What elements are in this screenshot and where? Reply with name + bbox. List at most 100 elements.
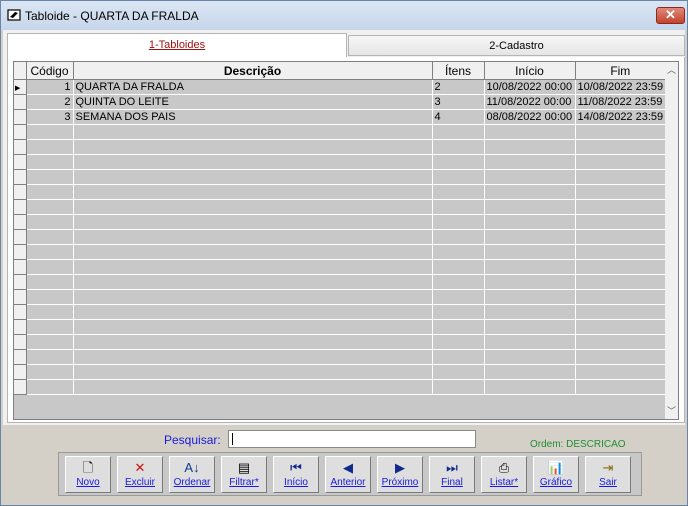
grid-cell-fim[interactable] — [575, 274, 667, 290]
close-button[interactable]: ✕ — [656, 7, 685, 24]
grid-cell-inicio[interactable] — [484, 154, 576, 170]
table-row[interactable] — [14, 139, 667, 155]
table-row[interactable] — [14, 319, 667, 335]
row-indicator[interactable] — [14, 109, 27, 125]
grid-cell-itens[interactable] — [432, 229, 485, 245]
tab-tabloides[interactable]: 1-Tabloides — [7, 33, 347, 58]
grid-cell-itens[interactable] — [432, 349, 485, 365]
vertical-scrollbar[interactable]: ︿ ﹀ — [665, 62, 678, 419]
grid-cell-itens[interactable] — [432, 364, 485, 380]
row-indicator[interactable] — [14, 379, 27, 395]
grid-cell-descricao[interactable] — [73, 364, 433, 380]
grid-cell-itens[interactable] — [432, 319, 485, 335]
grid-cell-codigo[interactable] — [26, 319, 74, 335]
grid-cell-codigo[interactable] — [26, 274, 74, 290]
table-row[interactable] — [14, 304, 667, 320]
grid-cell-codigo[interactable] — [26, 259, 74, 275]
row-indicator[interactable] — [14, 274, 27, 290]
grid-cell-itens[interactable] — [432, 214, 485, 230]
anterior-button[interactable]: ◀ Anterior — [325, 456, 371, 493]
table-row[interactable] — [14, 274, 667, 290]
grid-cell-inicio[interactable] — [484, 184, 576, 200]
grid-cell-fim[interactable] — [575, 349, 667, 365]
grid-cell-fim[interactable] — [575, 184, 667, 200]
grid-cell-descricao[interactable] — [73, 229, 433, 245]
grid-cell-inicio[interactable]: 10/08/2022 00:00 — [484, 79, 576, 95]
grid-cell-itens[interactable] — [432, 274, 485, 290]
grid-cell-descricao[interactable] — [73, 139, 433, 155]
grid-cell-inicio[interactable] — [484, 229, 576, 245]
grid-cell-descricao[interactable] — [73, 319, 433, 335]
row-indicator[interactable] — [14, 259, 27, 275]
table-row[interactable] — [14, 379, 667, 395]
row-indicator[interactable] — [14, 214, 27, 230]
scroll-down-icon[interactable]: ﹀ — [667, 404, 676, 417]
grid-cell-itens[interactable] — [432, 169, 485, 185]
row-indicator[interactable] — [14, 124, 27, 140]
grid-cell-fim[interactable] — [575, 139, 667, 155]
table-row[interactable] — [14, 124, 667, 140]
grid-cell-itens[interactable] — [432, 259, 485, 275]
table-row[interactable] — [14, 364, 667, 380]
grid-cell-codigo[interactable] — [26, 364, 74, 380]
column-header-descricao[interactable]: Descrição — [73, 62, 433, 80]
inicio-button[interactable]: ⏮ Início — [273, 456, 319, 493]
grid-cell-descricao[interactable] — [73, 124, 433, 140]
row-indicator[interactable] — [14, 244, 27, 260]
grid-cell-codigo[interactable] — [26, 289, 74, 305]
grid-cell-fim[interactable]: 14/08/2022 23:59 — [575, 109, 667, 125]
grid-cell-fim[interactable] — [575, 169, 667, 185]
table-row[interactable] — [14, 214, 667, 230]
grid-cell-itens[interactable] — [432, 244, 485, 260]
grid-cell-inicio[interactable] — [484, 124, 576, 140]
table-row[interactable] — [14, 154, 667, 170]
table-row[interactable] — [14, 289, 667, 305]
grid-cell-inicio[interactable] — [484, 139, 576, 155]
row-indicator[interactable] — [14, 139, 27, 155]
grid-cell-codigo[interactable]: 1 — [26, 79, 74, 95]
grid-cell-fim[interactable] — [575, 319, 667, 335]
grid-cell-itens[interactable]: 2 — [432, 79, 485, 95]
grid-cell-fim[interactable] — [575, 334, 667, 350]
title-bar[interactable]: Tabloide - QUARTA DA FRALDA ✕ — [1, 1, 687, 30]
column-header-fim[interactable]: Fim — [575, 62, 667, 80]
row-indicator[interactable] — [14, 334, 27, 350]
grid-cell-codigo[interactable] — [26, 154, 74, 170]
column-header-codigo[interactable]: Código — [26, 62, 74, 80]
grid-cell-fim[interactable] — [575, 244, 667, 260]
grid-cell-inicio[interactable] — [484, 259, 576, 275]
novo-button[interactable]: 🗋 Novo — [65, 456, 111, 493]
proximo-button[interactable]: ▶ Próximo — [377, 456, 423, 493]
grid-cell-fim[interactable] — [575, 199, 667, 215]
table-row[interactable] — [14, 229, 667, 245]
row-indicator[interactable] — [14, 94, 27, 110]
grid-cell-itens[interactable] — [432, 334, 485, 350]
grid-cell-descricao[interactable]: SEMANA DOS PAIS — [73, 109, 433, 125]
row-indicator[interactable] — [14, 229, 27, 245]
grid-cell-inicio[interactable] — [484, 304, 576, 320]
row-indicator[interactable] — [14, 184, 27, 200]
grid-cell-descricao[interactable] — [73, 334, 433, 350]
grid-cell-fim[interactable] — [575, 259, 667, 275]
data-grid[interactable]: Código Descrição Ítens Início Fim ▶ 1 QUAR… — [13, 61, 679, 420]
grid-cell-fim[interactable] — [575, 379, 667, 395]
grid-cell-itens[interactable] — [432, 124, 485, 140]
grid-cell-itens[interactable]: 4 — [432, 109, 485, 125]
table-row[interactable] — [14, 259, 667, 275]
grid-cell-codigo[interactable] — [26, 244, 74, 260]
grid-cell-codigo[interactable] — [26, 169, 74, 185]
grid-cell-inicio[interactable] — [484, 379, 576, 395]
grid-cell-descricao[interactable] — [73, 259, 433, 275]
grid-cell-inicio[interactable] — [484, 244, 576, 260]
grid-cell-inicio[interactable] — [484, 214, 576, 230]
row-indicator[interactable] — [14, 289, 27, 305]
table-row[interactable]: ▶ 1 QUARTA DA FRALDA 2 10/08/2022 00:00 10/08… — [14, 79, 667, 95]
row-indicator[interactable]: ▶ — [14, 79, 27, 95]
grid-cell-descricao[interactable] — [73, 244, 433, 260]
excluir-button[interactable]: ✕ Excluir — [117, 456, 163, 493]
search-input[interactable] — [228, 430, 476, 448]
table-row[interactable]: 3 SEMANA DOS PAIS 4 08/08/2022 00:00 14/08/2… — [14, 109, 667, 125]
grid-cell-fim[interactable] — [575, 214, 667, 230]
grid-cell-codigo[interactable]: 2 — [26, 94, 74, 110]
grid-cell-codigo[interactable] — [26, 304, 74, 320]
